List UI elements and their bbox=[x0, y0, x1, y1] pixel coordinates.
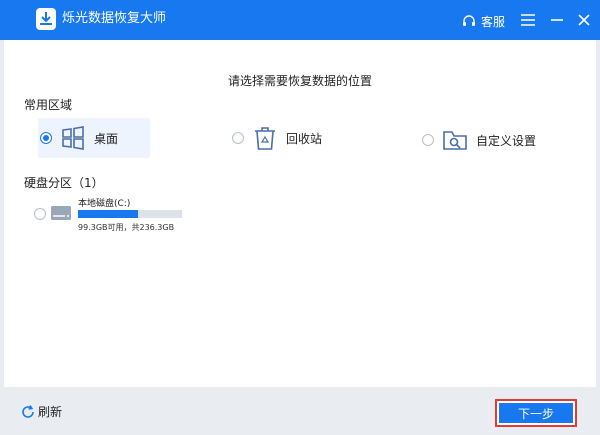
custom-label: 自定义设置 bbox=[476, 133, 537, 148]
page-prompt: 请选择需要恢复数据的位置 bbox=[227, 74, 372, 88]
location-custom[interactable]: 自定义设置 bbox=[422, 120, 572, 160]
custom-radio[interactable] bbox=[422, 134, 434, 146]
app-title: 烁光数据恢复大师 bbox=[62, 11, 167, 26]
next-step-button[interactable]: 下一步 bbox=[495, 399, 577, 427]
disk-c-radio[interactable] bbox=[34, 208, 46, 220]
refresh-icon bbox=[22, 404, 34, 418]
main-panel: 请选择需要恢复数据的位置 常用区域 桌面 回收站 自定义设置 硬盘分区（1） 本… bbox=[4, 40, 596, 387]
menu-icon bbox=[521, 14, 535, 26]
disk-partition-label: 硬盘分区（1） bbox=[24, 176, 104, 190]
disk-usage-bar bbox=[78, 210, 182, 218]
minimize-button[interactable] bbox=[547, 10, 567, 30]
disk-capacity: 99.3GB可用，共236.3GB bbox=[78, 223, 175, 232]
windows-icon bbox=[62, 126, 84, 150]
desktop-radio[interactable] bbox=[40, 132, 52, 144]
close-button[interactable] bbox=[574, 10, 594, 30]
close-icon bbox=[578, 14, 590, 26]
next-step-label: 下一步 bbox=[499, 403, 573, 423]
refresh-button[interactable]: 刷新 bbox=[20, 403, 62, 420]
customer-service-button[interactable]: 客服 bbox=[461, 12, 505, 30]
disk-name: 本地磁盘(C:) bbox=[78, 199, 131, 209]
folder-search-icon bbox=[443, 131, 467, 150]
recycle-bin-radio[interactable] bbox=[232, 132, 244, 144]
common-area-label: 常用区域 bbox=[24, 98, 73, 112]
recycle-bin-label: 回收站 bbox=[286, 131, 323, 146]
location-desktop[interactable]: 桌面 bbox=[38, 118, 150, 158]
customer-service-label: 客服 bbox=[481, 14, 506, 29]
location-recycle-bin[interactable]: 回收站 bbox=[232, 118, 362, 158]
minimize-icon bbox=[551, 19, 563, 21]
disk-item-c[interactable]: 本地磁盘(C:) 99.3GB可用，共236.3GB bbox=[34, 192, 204, 236]
disk-usage-fill bbox=[78, 210, 139, 218]
footer-bar: 刷新 下一步 bbox=[0, 389, 600, 435]
headset-icon bbox=[463, 15, 475, 26]
app-logo-icon bbox=[36, 8, 56, 30]
refresh-label: 刷新 bbox=[38, 405, 63, 419]
menu-button[interactable] bbox=[518, 10, 538, 30]
desktop-label: 桌面 bbox=[94, 131, 119, 146]
hard-drive-icon bbox=[51, 206, 71, 220]
title-bar: 烁光数据恢复大师 客服 bbox=[0, 0, 600, 40]
recycle-bin-icon bbox=[255, 127, 275, 150]
